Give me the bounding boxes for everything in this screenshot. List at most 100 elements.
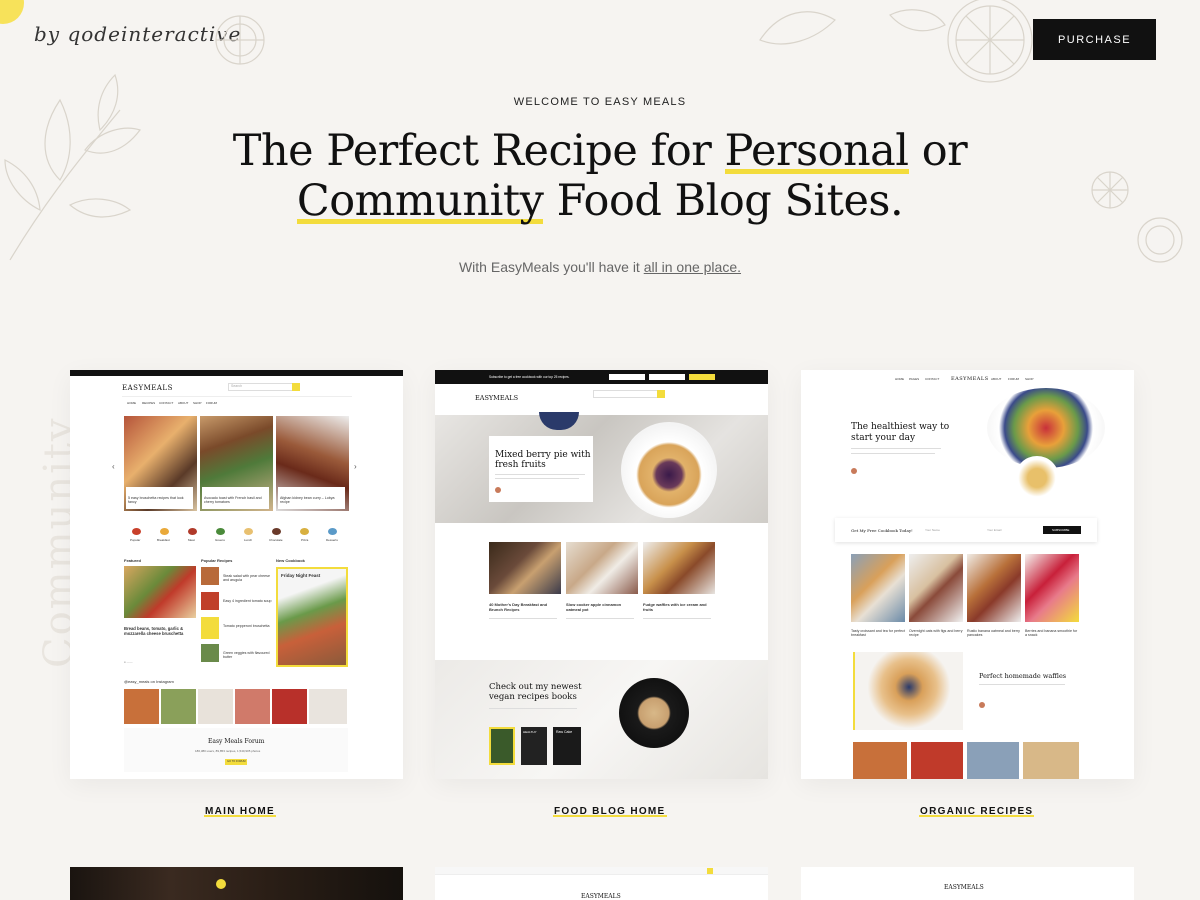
purchase-button[interactable]: PURCHASE (1033, 19, 1156, 60)
promo-background (435, 660, 768, 779)
category-icon (272, 528, 281, 535)
featured-image (124, 566, 196, 618)
promo-excerpt (489, 708, 577, 709)
mini-logo: EASYMEALS (944, 884, 984, 891)
mini-nav-item: SHOP (1025, 377, 1034, 381)
signup-name-field: Your Name (925, 528, 940, 532)
lemon-slice-illustration (1091, 171, 1183, 263)
instagram-photo (198, 689, 233, 724)
feature-excerpt (979, 684, 1065, 685)
book-title: Raw Cake (556, 730, 573, 734)
post-image-waffles (643, 542, 715, 594)
category-icon (244, 528, 253, 535)
mini-subscribe-input (649, 374, 685, 380)
bottom-row-image (967, 742, 1019, 779)
demo-label-main-home[interactable]: MAIN HOME (204, 806, 277, 817)
demo-card-bottom-right[interactable]: EASYMEALS (801, 867, 1134, 900)
mini-search-button (292, 383, 300, 391)
cookbook-title: Friday Night Feast (281, 573, 321, 578)
post-title: Fudge waffles with ice cream and fruits (643, 602, 707, 612)
mini-nav-item: ABOUT (178, 401, 189, 405)
popular-item-title: Tomato pepperoni bruschetta (223, 624, 270, 628)
mini-nav-item: HOME (127, 401, 136, 405)
post-excerpt (643, 618, 711, 619)
popular-thumb (201, 567, 219, 585)
category-icon (216, 528, 225, 535)
author-avatar (979, 702, 985, 708)
hero-excerpt-line (495, 474, 585, 475)
all-in-one-link[interactable]: all in one place. (644, 259, 741, 275)
popular-thumb (201, 592, 219, 610)
category-label: Popular (130, 538, 141, 542)
popular-thumb-yellow (201, 617, 219, 639)
headline-part: or (908, 126, 968, 176)
post-image-pancakes (967, 554, 1021, 622)
book-title: HEALTHY (523, 730, 537, 734)
slider-next-arrow-icon: › (354, 462, 357, 471)
cookbook-label: New Cookbook (276, 558, 305, 563)
mini-subscribe-text: Subscribe to get a free cookbook with ou… (489, 375, 570, 379)
feature-image-waffles (853, 652, 963, 730)
mini-search-button (657, 390, 665, 398)
post-excerpt (489, 618, 557, 619)
post-image-oatmeal (566, 542, 638, 594)
signup-button-label: SUBSCRIBE (1052, 528, 1070, 532)
slide-title: 5 easy bruschetta recipes that look fanc… (128, 496, 184, 504)
post-image-oats (909, 554, 963, 622)
hero-title: The healthiest way to start your day (851, 422, 950, 443)
category-label: Pizza (301, 538, 309, 542)
headline-part: Food Blog Sites. (543, 176, 904, 226)
slide-title: Avocado toast with French basil and cher… (204, 496, 262, 504)
demo-card-bottom-center[interactable]: EASYMEALS (435, 867, 768, 900)
popular-item-title: Easy 4 ingredient tomato soup (223, 599, 272, 603)
post-title: Berries and banana smoothie for a snack (1025, 629, 1078, 637)
demo-label-organic-recipes[interactable]: ORGANIC RECIPES (919, 806, 1035, 817)
bottom-row-image (911, 742, 963, 779)
demo-card-bottom-left[interactable] (70, 867, 403, 900)
category-label: Chocolate (269, 538, 283, 542)
post-title: Overnight oats with figs and berry recip… (909, 629, 963, 637)
demo-label-food-blog-home[interactable]: FOOD BLOG HOME (553, 806, 667, 817)
instagram-photo (161, 689, 196, 724)
mini-topbar (70, 370, 403, 376)
hero-subline: With EasyMeals you'll have it all in one… (0, 259, 1200, 275)
post-image-breakfast (489, 542, 561, 594)
hero-bowl (1015, 456, 1059, 500)
instagram-photo (124, 689, 159, 724)
mini-subscribe-input (609, 374, 645, 380)
post-title: Slow cooker apple cinnamon oatmeal pot (566, 602, 622, 612)
popular-item-title: Green veggies with flavoured butter (223, 651, 270, 659)
instagram-photo (309, 689, 347, 724)
mini-nav-item: FORUM (206, 401, 217, 405)
mini-cart-badge (707, 868, 713, 874)
demo-card-organic-recipes[interactable]: EASYMEALS HOME PAGES CONTACT ABOUT FORUM… (801, 370, 1134, 779)
slider-prev-arrow-icon: ‹ (112, 462, 115, 471)
hero-excerpt (851, 448, 941, 449)
botanical-illustration-top (215, 15, 265, 65)
book-cover (489, 727, 515, 765)
featured-label: Featured (124, 558, 141, 563)
citrus-illustration-right (759, 0, 1033, 83)
mini-nav-item: SHOP (193, 401, 202, 405)
subline-text: With EasyMeals you'll have it (458, 259, 644, 275)
post-excerpt (566, 618, 634, 619)
author-avatar (495, 487, 501, 493)
mini-search-input (593, 390, 665, 398)
demo-card-food-blog-home[interactable]: Subscribe to get a free cookbook with ou… (435, 370, 768, 779)
hero-pie-plate (621, 422, 717, 518)
mini-search-placeholder: Search (231, 384, 243, 388)
headline-highlight-community: Community (296, 176, 544, 226)
forum-title: Easy Meals Forum (208, 738, 265, 745)
instagram-photo (272, 689, 307, 724)
category-icon (328, 528, 337, 535)
mini-nav-item: ABOUT (991, 377, 1002, 381)
demo-card-main-home[interactable]: EASYMEALS Search HOME RECIPES CONTACT AB… (70, 370, 403, 779)
forum-button-label: GO TO FORUM (227, 760, 246, 763)
post-title: Tasty croissant and tea for perfect brea… (851, 629, 905, 637)
headline-highlight-personal: Personal (724, 126, 909, 176)
mini-nav-divider (122, 396, 352, 397)
category-label: Breakfast (157, 538, 170, 542)
popular-label: Popular Recipes (201, 558, 233, 563)
hero-marble-background (435, 415, 768, 523)
forum-stats: 186,380 users, 89,853 recipes, 1,540,905… (195, 749, 261, 753)
